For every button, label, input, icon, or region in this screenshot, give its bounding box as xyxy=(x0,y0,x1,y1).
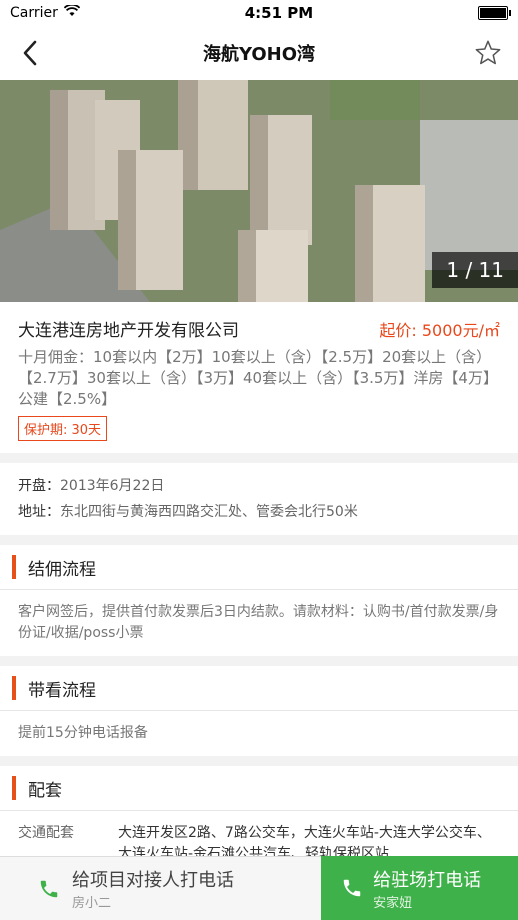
call-contact-text: 给项目对接人打电话 房小二 xyxy=(72,866,234,911)
divider xyxy=(0,756,518,766)
price-value: 5000元/㎡ xyxy=(421,321,500,340)
page-title: 海航YOHO湾 xyxy=(202,44,316,65)
address-label: 地址： xyxy=(18,504,60,520)
visit-body: 提前15分钟电话报备 xyxy=(0,711,518,756)
divider xyxy=(0,656,518,666)
settlement-title: 结佣流程 xyxy=(28,559,96,580)
amenities-section-header: 配套 xyxy=(0,766,518,811)
wifi-icon xyxy=(63,3,81,21)
visit-title: 带看流程 xyxy=(28,680,96,701)
address-row: 地址：东北四街与黄海西四路交汇处、管委会北行50米 xyxy=(18,499,500,525)
opening-value: 2013年6月22日 xyxy=(60,478,165,494)
call-onsite-label: 给驻场打电话 xyxy=(373,869,482,891)
protection-period-badge: 保护期: 30天 xyxy=(18,416,108,441)
address-value: 东北四街与黄海西四路交汇处、管委会北行50米 xyxy=(60,504,358,520)
back-icon xyxy=(23,40,37,66)
nav-bar: 海航YOHO湾 xyxy=(0,26,518,80)
call-onsite-button[interactable]: 给驻场打电话 安家妞 xyxy=(321,856,518,920)
bottom-call-bar: 给项目对接人打电话 房小二 给驻场打电话 安家妞 xyxy=(0,856,518,920)
developer-name: 大连港连房地产开发有限公司 xyxy=(18,321,239,341)
clock: 4:51 PM xyxy=(244,4,314,22)
photo-counter: 1 / 11 xyxy=(432,252,518,288)
call-onsite-sub: 安家妞 xyxy=(373,895,413,911)
divider xyxy=(0,535,518,545)
section-accent-bar xyxy=(12,676,16,700)
divider xyxy=(0,453,518,463)
price-prefix: 起价: xyxy=(379,321,417,340)
project-summary-card: 大连港连房地产开发有限公司 起价: 5000元/㎡ 十月佣金：10套以内【2万】… xyxy=(0,302,518,453)
section-accent-bar xyxy=(12,555,16,579)
status-bar: Carrier 4:51 PM xyxy=(0,0,518,26)
call-onsite-text: 给驻场打电话 安家妞 xyxy=(373,866,481,911)
status-left: Carrier xyxy=(10,3,81,21)
section-accent-bar xyxy=(12,776,16,800)
call-contact-button[interactable]: 给项目对接人打电话 房小二 xyxy=(0,856,322,920)
commission-text: 十月佣金：10套以内【2万】10套以上（含）【2.5万】20套以上（含）【2.7… xyxy=(18,348,498,408)
project-photo-gallery[interactable]: 1 / 11 xyxy=(0,80,518,302)
carrier-label: Carrier xyxy=(10,5,58,21)
project-info: 开盘：2013年6月22日 地址：东北四街与黄海西四路交汇处、管委会北行50米 xyxy=(0,463,518,535)
call-contact-sub: 房小二 xyxy=(72,896,112,911)
back-button[interactable] xyxy=(12,35,48,71)
opening-label: 开盘： xyxy=(18,478,60,494)
settlement-body: 客户网签后，提供首付款发票后3日内结款。请款材料：认购书/首付款发票/身份证/收… xyxy=(0,590,518,656)
start-price: 起价: 5000元/㎡ xyxy=(379,317,500,341)
opening-date-row: 开盘：2013年6月22日 xyxy=(18,473,500,499)
star-icon xyxy=(475,40,501,65)
call-contact-label: 给项目对接人打电话 xyxy=(72,870,234,891)
phone-icon xyxy=(343,879,361,897)
phone-icon xyxy=(40,880,58,897)
amenities-title: 配套 xyxy=(28,780,62,801)
settlement-section-header: 结佣流程 xyxy=(0,545,518,590)
battery-icon xyxy=(478,6,511,20)
visit-section-header: 带看流程 xyxy=(0,666,518,711)
company-price-row: 大连港连房地产开发有限公司 起价: 5000元/㎡ xyxy=(18,316,500,341)
favorite-button[interactable] xyxy=(470,35,506,71)
